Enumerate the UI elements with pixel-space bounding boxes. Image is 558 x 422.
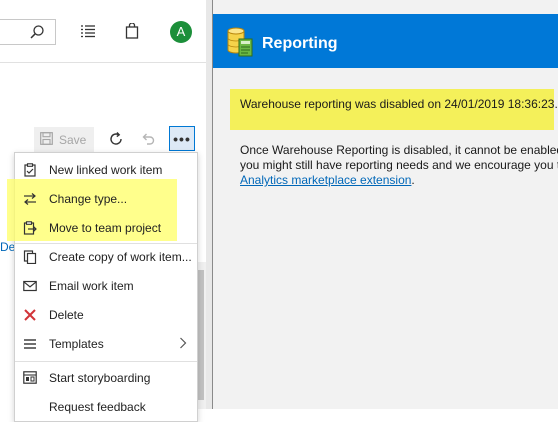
menu-item-create-copy[interactable]: Create copy of work item... (15, 242, 197, 271)
menu-item-move-to-team-project[interactable]: Move to team project (15, 213, 197, 242)
header-divider (0, 62, 206, 63)
save-button[interactable]: Save (34, 127, 94, 152)
delete-icon (23, 308, 37, 322)
body-line-3: Analytics marketplace extension. (240, 173, 558, 188)
disabled-message: Warehouse reporting was disabled on 24/0… (240, 97, 558, 111)
analytics-extension-link[interactable]: Analytics marketplace extension (240, 173, 411, 187)
scrollbar-thumb[interactable] (197, 270, 204, 400)
body-line-2: you might still have reporting needs and… (240, 158, 558, 172)
storyboard-icon (23, 371, 37, 385)
email-icon (23, 279, 37, 293)
context-menu: New linked work item Change type... Move… (7, 152, 198, 422)
search-input[interactable] (0, 19, 56, 45)
reporting-title: Reporting (262, 35, 338, 52)
search-icon[interactable] (29, 24, 45, 45)
menu-item-templates[interactable]: Templates (15, 329, 197, 358)
copy-icon (23, 249, 37, 264)
menu-item-email-work-item[interactable]: Email work item (15, 271, 197, 300)
chevron-right-icon (179, 337, 187, 352)
save-icon (40, 131, 53, 148)
database-icon (226, 26, 254, 58)
undo-icon[interactable] (138, 129, 158, 149)
avatar[interactable]: A (170, 21, 192, 43)
menu-item-change-type[interactable]: Change type... (15, 184, 197, 213)
change-type-icon (23, 192, 37, 206)
menu-item-request-feedback[interactable]: Request feedback (15, 392, 197, 421)
reporting-body: Once Warehouse Reporting is disabled, it… (240, 143, 558, 188)
menu-item-delete[interactable]: Delete (15, 300, 197, 329)
refresh-icon[interactable] (106, 129, 126, 149)
menu-item-new-linked-work-item[interactable]: New linked work item (15, 155, 197, 184)
bag-icon[interactable] (122, 21, 142, 41)
feedback-icon (23, 400, 37, 414)
move-project-icon (23, 220, 37, 235)
save-label: Save (59, 132, 87, 147)
body-link-tail: . (411, 173, 415, 187)
menu-item-start-storyboarding[interactable]: Start storyboarding (15, 363, 197, 392)
new-linked-icon (23, 162, 37, 177)
menu-divider (15, 361, 197, 362)
list-icon[interactable] (78, 21, 98, 41)
top-bar: A (0, 0, 206, 62)
reporting-header: Reporting (213, 14, 558, 68)
reporting-panel: Reporting Warehouse reporting was disabl… (212, 0, 558, 409)
templates-icon (23, 337, 37, 351)
more-actions-button[interactable]: ••• (169, 126, 195, 151)
body-line-1: Once Warehouse Reporting is disabled, it… (240, 143, 558, 157)
